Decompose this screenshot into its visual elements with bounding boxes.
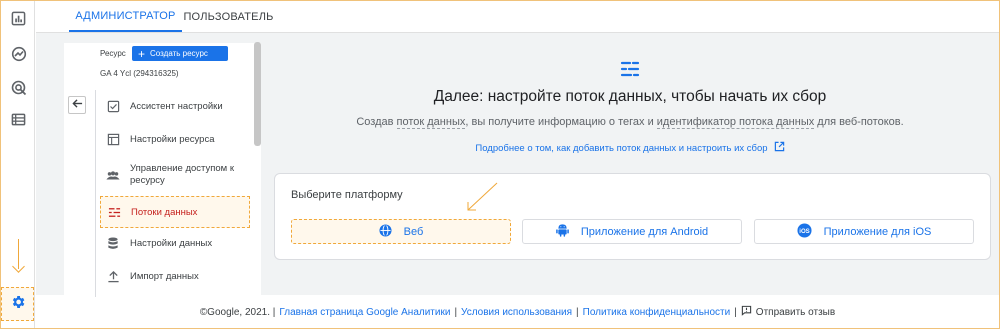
feedback-label: Отправить отзыв [755,306,836,318]
menu-item-data-import[interactable]: Импорт данных [100,267,250,285]
menu-item-data-streams[interactable]: Потоки данных [100,196,250,228]
plus-icon: + [138,46,146,61]
svg-text:iOS: iOS [799,228,809,235]
footer-link-terms[interactable]: Условия использования [461,307,572,318]
menu-item-label: Настройки данных [130,237,213,249]
ios-platform-button[interactable]: iOS Приложение для iOS [754,219,974,244]
android-platform-button[interactable]: Приложение для Android [522,219,742,244]
admin-settings-button[interactable] [1,287,34,321]
left-nav-rail [1,1,35,328]
menu-divider [95,90,96,297]
data-streams-icon [619,58,641,80]
footer-link-analytics-home[interactable]: Главная страница Google Аналитики [279,307,450,318]
admin-tabs-bar: АДМИНИСТРАТОР ПОЛЬЗОВАТЕЛЬ [36,1,999,33]
android-icon [556,223,569,240]
main-title: Далее: настройте поток данных, чтобы нач… [433,88,827,105]
menu-item-access-management[interactable]: Управление доступом к ресурсу [100,163,250,189]
create-property-button[interactable]: + Создать ресурс [132,46,228,61]
web-platform-button[interactable]: Веб [291,219,511,244]
arrow-left-icon [71,96,83,114]
platform-card [274,173,991,260]
platform-title: Выберите платформу [291,189,403,201]
globe-icon [379,223,392,240]
menu-scrollbar[interactable] [254,42,261,146]
upload-icon [106,269,120,283]
explore-icon[interactable] [10,45,27,62]
feedback-button[interactable]: Отправить отзыв [741,305,835,319]
property-label: Ресурс [100,49,126,58]
tab-admin[interactable]: АДМИНИСТРАТОР [69,1,182,32]
menu-item-label: Импорт данных [130,270,199,282]
menu-item-property-settings[interactable]: Настройки ресурса [100,130,250,148]
main-description: Создав поток данных, вы получите информа… [280,116,980,129]
footer-separator: | [576,306,579,318]
create-property-label: Создать ресурс [150,49,208,58]
footer: ©Google, 2021. | Главная страница Google… [36,305,999,319]
desc-text: для веб-потоков. [814,116,904,128]
ios-platform-label: Приложение для iOS [823,225,932,238]
desc-text: Создав [356,116,397,128]
back-button[interactable] [68,96,86,114]
ads-target-icon[interactable] [10,79,27,96]
menu-item-setup-assistant[interactable]: Ассистент настройки [100,97,250,115]
annotation-arrow-down [18,239,19,269]
web-platform-label: Веб [403,225,424,238]
menu-item-label: Потоки данных [131,206,198,218]
footer-link-privacy[interactable]: Политика конфиденциальности [583,307,731,318]
gear-icon [10,294,26,315]
learn-more-label: Подробнее о том, как добавить поток данн… [475,142,768,154]
bar-chart-icon[interactable] [10,10,27,27]
open-in-new-icon [774,141,785,155]
data-stream-term[interactable]: поток данных [396,116,466,129]
feedback-icon [741,305,752,319]
desc-text: , вы получите информацию о тегах и [465,116,657,128]
annotation-arrow [467,182,498,211]
learn-more-link[interactable]: Подробнее о том, как добавить поток данн… [280,141,980,155]
streams-icon [107,205,121,219]
tab-user[interactable]: ПОЛЬЗОВАТЕЛЬ [176,1,281,32]
ios-icon: iOS [797,222,812,241]
android-platform-label: Приложение для Android [580,225,709,238]
footer-separator: | [454,306,458,318]
menu-item-label: Управление доступом к ресурсу [130,163,234,186]
checklist-icon [106,99,120,113]
layout-icon [106,132,120,146]
stream-id-term[interactable]: идентификатор потока данных [656,116,815,129]
database-icon [106,236,120,250]
property-name: GA 4 Ycl (294316325) [100,69,179,78]
people-icon [106,169,120,183]
list-icon[interactable] [10,111,27,128]
menu-item-data-settings[interactable]: Настройки данных [100,234,250,252]
footer-copyright: ©Google, 2021. | [199,306,276,318]
menu-item-label: Настройки ресурса [130,133,215,145]
footer-separator: | [734,306,737,318]
menu-item-label: Ассистент настройки [130,100,223,112]
